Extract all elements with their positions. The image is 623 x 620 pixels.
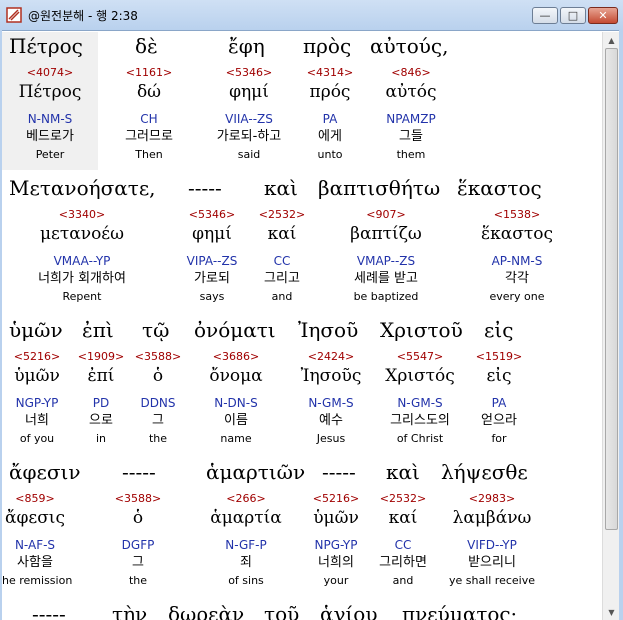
greek-word[interactable]: τῷ bbox=[142, 318, 169, 342]
greek-word[interactable]: δὲ bbox=[135, 34, 158, 58]
greek-word[interactable]: ἕκαστος bbox=[457, 176, 542, 200]
greek-word[interactable]: αὐτούς, bbox=[370, 34, 449, 58]
greek-word[interactable]: πρὸς bbox=[303, 34, 351, 58]
close-icon: ✕ bbox=[598, 9, 608, 22]
word-parse: VMAA--YP bbox=[53, 254, 111, 268]
greek-word[interactable]: ἔφη bbox=[228, 34, 265, 58]
greek-word[interactable]: λήψεσθε bbox=[441, 460, 528, 484]
word-english: them bbox=[396, 148, 426, 161]
word-parse: VMAP--ZS bbox=[356, 254, 416, 268]
word-strong[interactable]: <2983> bbox=[422, 492, 562, 506]
greek-word[interactable]: βαπτισθήτω bbox=[318, 176, 440, 200]
greek-word[interactable]: ἁγίου bbox=[320, 602, 378, 620]
scroll-thumb[interactable] bbox=[605, 48, 618, 530]
vertical-scrollbar[interactable]: ▲ ▼ bbox=[602, 32, 620, 620]
word-english: be baptized bbox=[353, 290, 419, 303]
word-strong[interactable]: <1538> bbox=[447, 208, 587, 222]
word-strong[interactable]: <846> bbox=[341, 66, 481, 80]
close-button[interactable]: ✕ bbox=[588, 7, 618, 24]
word-korean: 각각 bbox=[505, 271, 529, 286]
title-bar: @원전분해 - 행 2:38 — □ ✕ bbox=[0, 0, 623, 31]
greek-word[interactable]: Μετανοήσατε, bbox=[9, 176, 156, 200]
greek-word[interactable]: δωρεὰν bbox=[168, 602, 244, 620]
greek-word[interactable]: τὴν bbox=[112, 602, 147, 620]
minimize-button[interactable]: — bbox=[532, 7, 558, 24]
word-lemma[interactable]: αὐτός bbox=[341, 80, 481, 104]
window-title: @원전분해 - 행 2:38 bbox=[28, 9, 138, 23]
greek-word[interactable]: ἄφεσιν bbox=[9, 460, 81, 484]
word-strong[interactable]: <1519> bbox=[429, 350, 569, 364]
word-lemma[interactable]: λαμβάνω bbox=[422, 506, 562, 530]
greek-word[interactable]: τοῦ bbox=[264, 602, 299, 620]
word-strong[interactable]: <3340> bbox=[12, 208, 152, 222]
greek-word[interactable]: ----- bbox=[188, 176, 222, 200]
word-parse: VIFD--YP bbox=[467, 538, 517, 552]
greek-word[interactable]: εἰς bbox=[484, 318, 513, 342]
word-korean: 너희가 회개하여 bbox=[38, 271, 126, 286]
word-korean: 세례를 받고 bbox=[354, 271, 418, 286]
word-lemma[interactable]: εἰς bbox=[429, 364, 569, 388]
word-parse: PA bbox=[491, 396, 507, 410]
greek-word[interactable]: ----- bbox=[322, 460, 356, 484]
word-english: ye shall receive bbox=[448, 574, 536, 587]
greek-word[interactable]: πνεύματος· bbox=[402, 602, 517, 620]
word-korean: 그들 bbox=[399, 129, 423, 144]
greek-word[interactable]: Πέτρος bbox=[9, 34, 83, 58]
word-parse: NPAMZP bbox=[386, 112, 436, 126]
greek-word[interactable]: Χριστοῦ bbox=[380, 318, 463, 342]
greek-word[interactable]: ----- bbox=[32, 602, 66, 620]
scroll-up-arrow-icon[interactable]: ▲ bbox=[603, 32, 620, 48]
word-korean: 받으리니 bbox=[468, 555, 516, 570]
word-lemma[interactable]: μετανοέω bbox=[12, 222, 152, 246]
interlinear-pane: Πέτρος δὲ ἔφη πρὸς αὐτούς, <4074> Πέτρος N-NM-S… bbox=[2, 32, 600, 620]
app-icon bbox=[6, 7, 22, 23]
greek-word[interactable]: καὶ bbox=[264, 176, 298, 200]
maximize-icon: □ bbox=[567, 9, 579, 22]
word-lemma[interactable]: βαπτίζω bbox=[316, 222, 456, 246]
word-lemma[interactable]: ἕκαστος bbox=[447, 222, 587, 246]
greek-word[interactable]: ὑμῶν bbox=[9, 318, 63, 342]
greek-word[interactable]: ἐπὶ bbox=[82, 318, 114, 342]
word-korean: 얻으라 bbox=[481, 413, 517, 428]
word-parse: AP-NM-S bbox=[491, 254, 543, 268]
word-strong[interactable]: <907> bbox=[316, 208, 456, 222]
maximize-button[interactable]: □ bbox=[560, 7, 586, 24]
greek-word[interactable]: ὀνόματι bbox=[194, 318, 276, 342]
word-english: every one bbox=[489, 290, 545, 303]
minimize-icon: — bbox=[539, 9, 551, 22]
window-border-right bbox=[619, 30, 623, 620]
word-english: Repent bbox=[62, 290, 102, 303]
greek-word[interactable]: Ἰησοῦ bbox=[298, 318, 358, 342]
greek-word[interactable]: ἁμαρτιῶν bbox=[206, 460, 305, 484]
greek-word[interactable]: ----- bbox=[122, 460, 156, 484]
greek-word[interactable]: καὶ bbox=[386, 460, 420, 484]
scroll-down-arrow-icon[interactable]: ▼ bbox=[603, 604, 620, 620]
word-english: for bbox=[491, 432, 507, 445]
